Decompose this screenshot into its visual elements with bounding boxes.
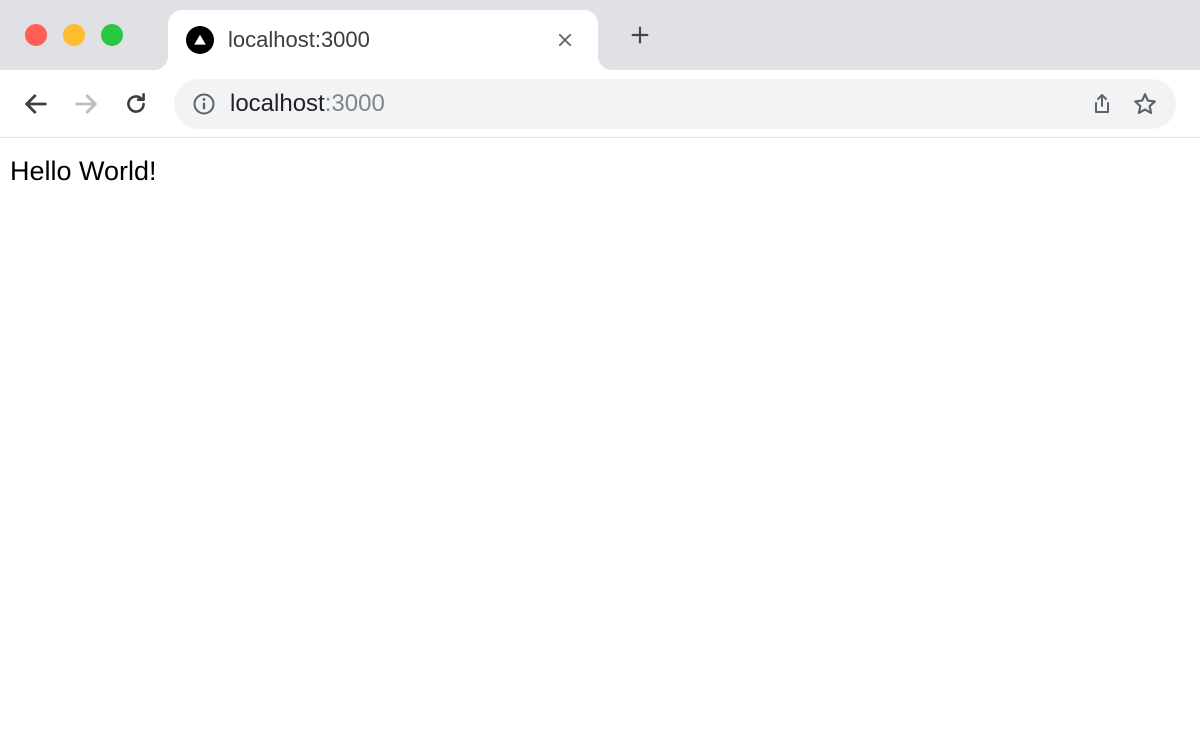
reload-button[interactable] <box>114 82 158 126</box>
close-tab-button[interactable] <box>552 27 578 53</box>
url-port: :3000 <box>325 90 385 117</box>
vercel-triangle-icon <box>186 26 214 54</box>
browser-tab[interactable]: localhost:3000 <box>168 10 598 70</box>
info-icon <box>192 92 216 116</box>
arrow-left-icon <box>22 90 50 118</box>
star-icon <box>1132 91 1158 117</box>
share-icon <box>1090 92 1114 116</box>
forward-button[interactable] <box>64 82 108 126</box>
plus-icon <box>629 24 651 46</box>
window-maximize-button[interactable] <box>101 24 123 46</box>
reload-icon <box>123 91 149 117</box>
bookmark-button[interactable] <box>1132 91 1158 117</box>
url-text: localhost:3000 <box>230 90 1076 118</box>
browser-toolbar: localhost:3000 <box>0 70 1200 138</box>
browser-tab-bar: localhost:3000 <box>0 0 1200 70</box>
window-close-button[interactable] <box>25 24 47 46</box>
tab-title: localhost:3000 <box>228 27 540 53</box>
back-button[interactable] <box>14 82 58 126</box>
address-bar[interactable]: localhost:3000 <box>174 79 1176 129</box>
close-icon <box>556 31 574 49</box>
share-button[interactable] <box>1090 92 1114 116</box>
window-minimize-button[interactable] <box>63 24 85 46</box>
site-info-button[interactable] <box>192 92 216 116</box>
page-body-text: Hello World! <box>10 156 1190 187</box>
page-viewport: Hello World! <box>0 138 1200 205</box>
window-traffic-lights <box>25 24 123 46</box>
new-tab-button[interactable] <box>620 15 660 55</box>
url-host: localhost <box>230 90 325 117</box>
arrow-right-icon <box>72 90 100 118</box>
